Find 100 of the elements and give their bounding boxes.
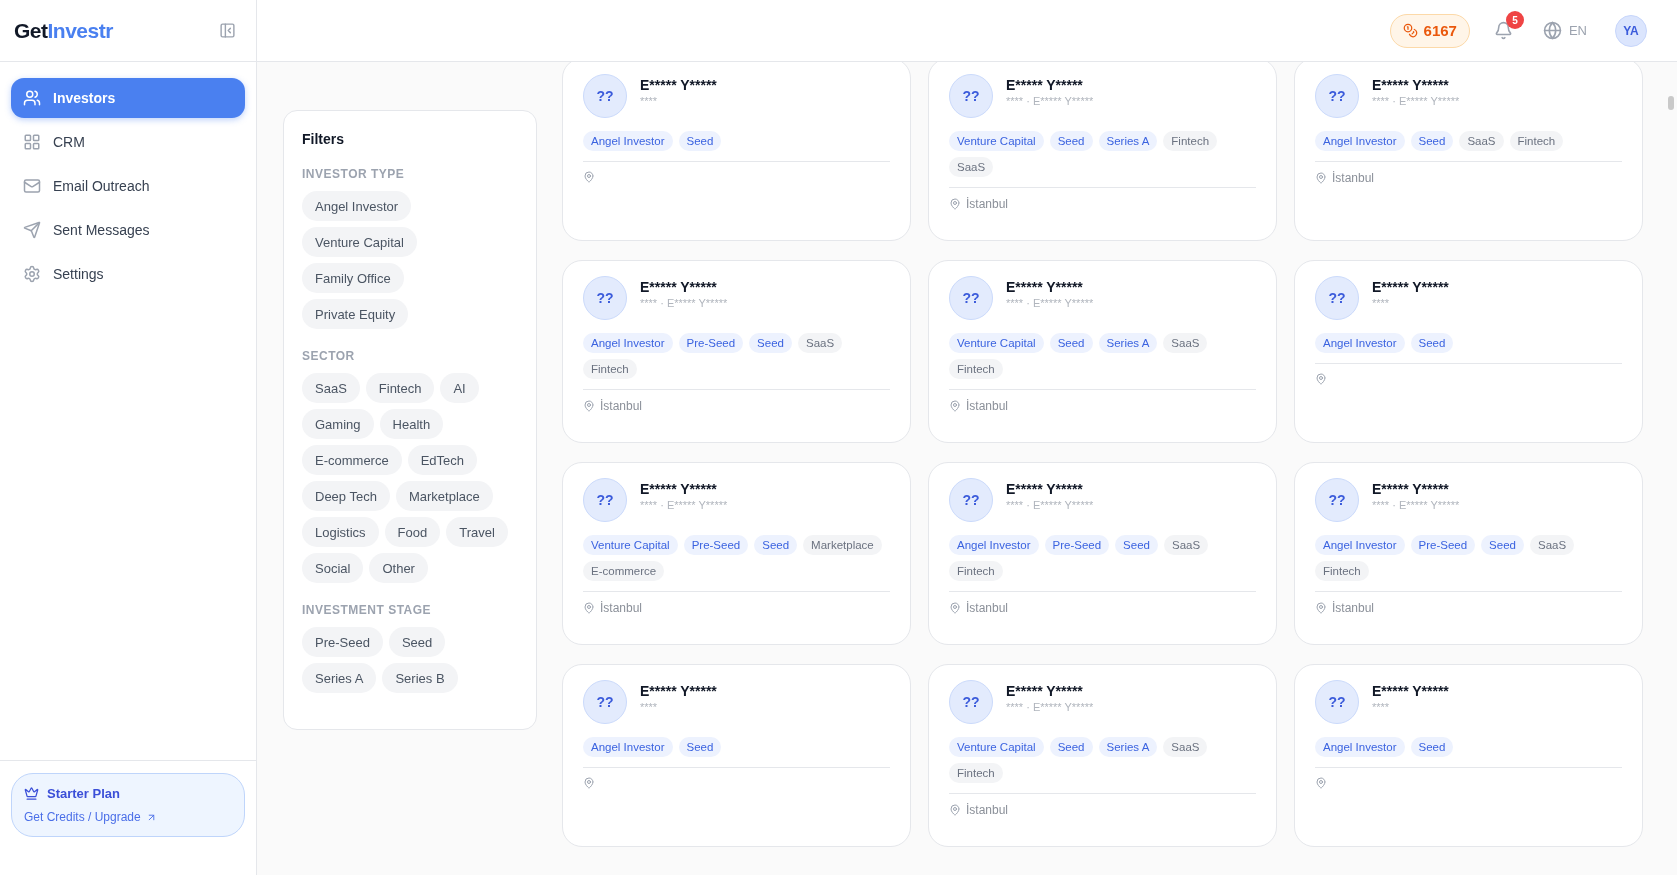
location-pin-icon (583, 171, 595, 183)
logo: GetInvestr (14, 18, 113, 43)
investor-avatar: ?? (1315, 680, 1359, 724)
investor-tag: E-commerce (583, 561, 665, 581)
location-pin-icon (949, 602, 961, 614)
filter-chip[interactable]: Family Office (302, 263, 404, 293)
investor-subtitle: **** · E***** Y***** (1372, 499, 1460, 511)
filter-chip[interactable]: Health (379, 409, 444, 439)
filter-chip[interactable]: Logistics (302, 517, 379, 547)
filter-chip[interactable]: Angel Investor (302, 191, 412, 221)
filter-chip[interactable]: Series A (302, 663, 377, 693)
investor-card[interactable]: ?? E***** Y***** **** · E***** Y***** Venture Capital Seed Series A SaaS Fintech İstanbul (928, 664, 1277, 847)
upgrade-link[interactable]: Get Credits / Upgrade (24, 810, 232, 824)
investor-tag: Angel Investor (583, 131, 673, 151)
investor-avatar: ?? (583, 478, 627, 522)
nav-item[interactable]: Sent Messages (11, 210, 245, 250)
filter-chip[interactable]: Travel (446, 517, 508, 547)
filter-chip[interactable]: Marketplace (395, 481, 493, 511)
investor-card[interactable]: ?? E***** Y***** **** · E***** Y***** Venture Capital Seed Series A Fintech SaaS İstanbul (928, 62, 1277, 241)
filter-chip[interactable]: Venture Capital (302, 227, 417, 257)
investor-tag: SaaS (1163, 535, 1209, 555)
investor-subtitle: **** · E***** Y***** (640, 297, 728, 309)
investor-location: İstanbul (1332, 601, 1375, 615)
investor-tag: Seed (1049, 737, 1093, 757)
globe-icon (1542, 21, 1562, 40)
investor-card[interactable]: ?? E***** Y***** **** · E***** Y***** Angel Investor Pre-Seed Seed SaaS Fintech İstanbul (928, 462, 1277, 645)
user-avatar[interactable]: YA (1615, 14, 1647, 47)
filters-title: Filters (302, 131, 345, 147)
investor-card[interactable]: ?? E***** Y***** **** · E***** Y***** Angel Investor Pre-Seed Seed SaaS Fintech İstanbul (1294, 462, 1643, 645)
investor-subtitle: **** (640, 701, 659, 713)
filter-chip[interactable]: Fintech (365, 373, 435, 403)
investor-card[interactable]: ?? E***** Y***** **** Angel Investor Seed (1294, 260, 1643, 443)
investor-name: E***** Y***** (1372, 77, 1450, 93)
investor-card[interactable]: ?? E***** Y***** **** Angel Investor Seed (1294, 664, 1643, 847)
filter-chip[interactable]: Deep Tech (302, 481, 390, 511)
settings-icon (23, 265, 41, 283)
investor-tag: Angel Investor (1315, 535, 1405, 555)
investor-location: İstanbul (966, 803, 1009, 817)
investor-subtitle: **** · E***** Y***** (1372, 95, 1460, 107)
investor-subtitle: **** · E***** Y***** (1006, 499, 1094, 511)
investor-subtitle: **** (1372, 297, 1391, 309)
investor-tag: Venture Capital (949, 737, 1044, 757)
filter-chip[interactable]: Social (302, 553, 364, 583)
investor-name: E***** Y***** (640, 77, 717, 93)
filter-chip[interactable]: E-commerce (302, 445, 402, 475)
filter-chip[interactable]: Pre-Seed (302, 627, 383, 657)
nav-item[interactable]: CRM (11, 122, 245, 162)
filter-chip[interactable]: AI (440, 373, 479, 403)
filter-chip[interactable]: Gaming (302, 409, 374, 439)
filter-group-title: SECTOR (302, 349, 356, 363)
notification-count: 5 (1505, 11, 1524, 29)
filter-chip[interactable]: Food (384, 517, 441, 547)
investor-tag: Angel Investor (1315, 333, 1405, 353)
investor-tag: SaaS (1529, 535, 1575, 555)
investor-tag: SaaS (1163, 333, 1208, 353)
investor-card[interactable]: ?? E***** Y***** **** Angel Investor Seed (562, 62, 911, 241)
investor-tag: Pre-Seed (678, 333, 744, 353)
investor-location: İstanbul (600, 399, 643, 413)
investor-avatar: ?? (949, 276, 993, 320)
investor-avatar: ?? (949, 74, 993, 118)
investor-name: E***** Y***** (1006, 77, 1084, 93)
location-pin-icon (949, 804, 961, 816)
nav-item[interactable]: Settings (11, 254, 245, 294)
investor-tag: Seed (749, 333, 792, 353)
investor-card[interactable]: ?? E***** Y***** **** · E***** Y***** Angel Investor Seed SaaS Fintech İstanbul (1294, 62, 1643, 241)
investor-name: E***** Y***** (1006, 481, 1084, 497)
filter-chip[interactable]: SaaS (302, 373, 360, 403)
investor-card[interactable]: ?? E***** Y***** **** · E***** Y***** Venture Capital Seed Series A SaaS Fintech İstanbul (928, 260, 1277, 443)
investor-card[interactable]: ?? E***** Y***** **** · E***** Y***** Angel Investor Pre-Seed Seed SaaS Fintech İstanbul (562, 260, 911, 443)
investor-subtitle: **** · E***** Y***** (640, 499, 728, 511)
scrollbar-thumb[interactable] (1668, 96, 1674, 110)
investor-tag: Series A (1098, 333, 1158, 353)
nav-item[interactable]: Investors (11, 78, 245, 118)
investor-tag: Venture Capital (949, 131, 1044, 151)
investor-location: İstanbul (966, 197, 1009, 211)
investor-tag: Angel Investor (583, 333, 673, 353)
location-pin-icon (583, 777, 595, 789)
crown-icon (24, 786, 39, 801)
investor-avatar: ?? (1315, 276, 1359, 320)
filter-chip[interactable]: Seed (388, 627, 446, 657)
coins-icon (1402, 23, 1418, 38)
filter-chip[interactable]: Series B (382, 663, 458, 693)
investor-tag: Seed (1481, 535, 1524, 555)
filter-chip[interactable]: Other (369, 553, 428, 583)
mail-icon (23, 177, 41, 195)
filter-chip[interactable]: EdTech (407, 445, 478, 475)
investor-card[interactable]: ?? E***** Y***** **** Angel Investor Seed (562, 664, 911, 847)
investor-tag: Seed (1049, 131, 1093, 151)
investor-tag: Seed (754, 535, 798, 555)
nav-item[interactable]: Email Outreach (11, 166, 245, 206)
location-pin-icon (583, 400, 595, 412)
filter-chip[interactable]: Private Equity (302, 299, 409, 329)
collapse-sidebar-icon[interactable] (219, 22, 236, 39)
send-icon (23, 221, 41, 239)
investor-avatar: ?? (949, 478, 993, 522)
investor-location: İstanbul (600, 601, 643, 615)
investor-card[interactable]: ?? E***** Y***** **** · E***** Y***** Venture Capital Pre-Seed Seed Marketplace E-commerce İstanbul (562, 462, 911, 645)
investor-subtitle: **** (1372, 701, 1391, 713)
investor-tag: SaaS (949, 157, 994, 177)
investor-tag: Fintech (949, 763, 1003, 783)
